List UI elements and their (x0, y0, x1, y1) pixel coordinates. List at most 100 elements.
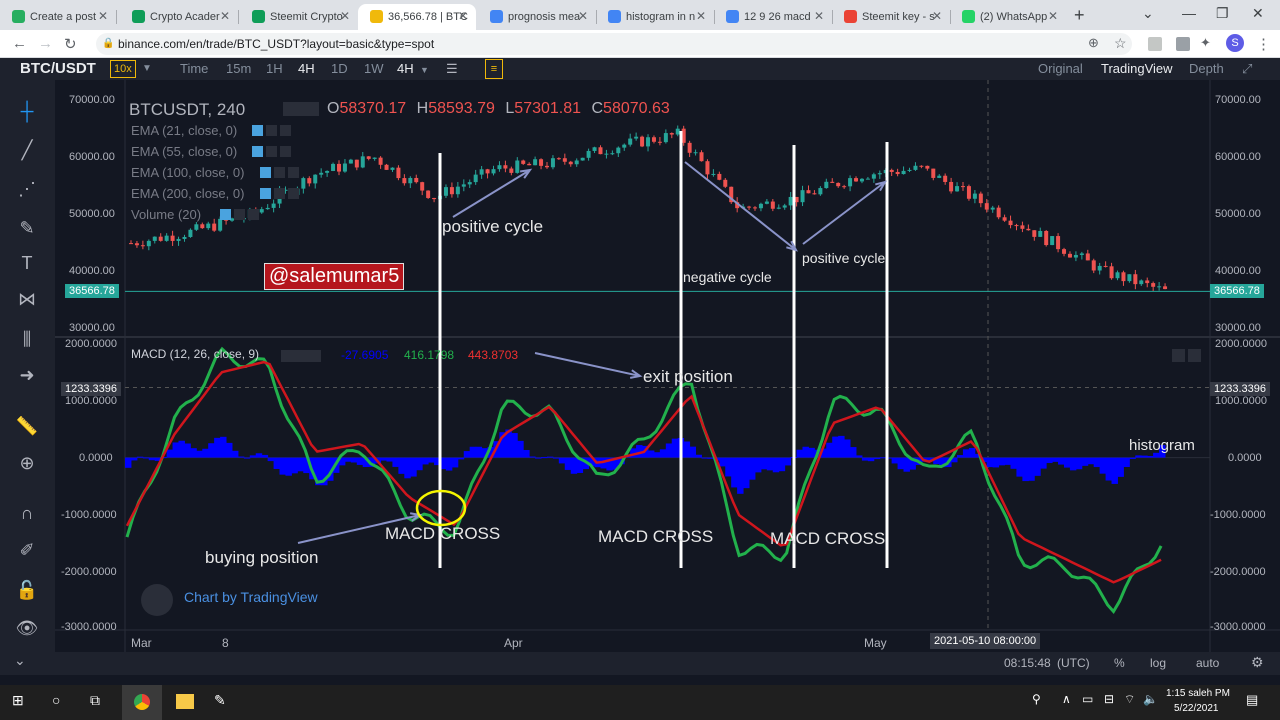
study-ema55[interactable]: EMA (55, close, 0) (131, 144, 237, 159)
browser-tab[interactable]: Crypto Acader ✕ (120, 4, 238, 30)
view-original[interactable]: Original (1038, 59, 1083, 79)
percent-toggle[interactable]: % (1114, 656, 1125, 670)
browser-tab[interactable]: Steemit key - s ✕ (832, 4, 950, 30)
ruler-icon[interactable]: 📏 (14, 413, 40, 439)
auto-toggle[interactable]: auto (1196, 656, 1219, 670)
browser-tab[interactable]: 12 9 26 macd ✕ (714, 4, 832, 30)
new-tab-button[interactable]: + (1074, 5, 1085, 26)
candle-body (1115, 272, 1120, 279)
interval-1h[interactable]: 1H (266, 59, 283, 79)
candle-body (830, 181, 835, 183)
interval-time[interactable]: Time (180, 59, 208, 79)
browser-tab[interactable]: (2) WhatsApp ✕ (950, 4, 1066, 30)
search-icon[interactable]: ○ (52, 692, 60, 708)
legend-controls[interactable] (283, 102, 319, 116)
view-depth[interactable]: Depth (1189, 59, 1224, 79)
unlock-icon[interactable]: 🔓 (14, 577, 40, 603)
interval-dropdown[interactable]: 4H (397, 59, 414, 79)
zoom-in-icon[interactable]: ⊕ (14, 450, 40, 476)
pattern-icon[interactable]: ⋈ (14, 286, 40, 312)
leverage-badge[interactable]: 10x (110, 60, 136, 78)
reload-icon[interactable]: ↻ (64, 35, 77, 53)
histogram-bar (737, 457, 744, 494)
menu-icon[interactable]: ⋮ (1256, 35, 1271, 53)
app-icon[interactable]: ✎ (214, 692, 226, 709)
view-tradingview[interactable]: TradingView (1101, 59, 1173, 79)
puzzle-icon[interactable]: ✦ (1200, 35, 1211, 51)
lock-drawing-icon[interactable]: ✐ (14, 537, 40, 563)
people-icon[interactable]: ⚲ (1032, 692, 1041, 706)
profile-avatar[interactable]: S (1226, 34, 1244, 52)
task-view-icon[interactable]: ⧉ (90, 692, 100, 709)
tab-close-icon[interactable]: ✕ (696, 9, 706, 23)
study-ema21[interactable]: EMA (21, close, 0) (131, 123, 237, 138)
chevron-down-icon[interactable]: ▼ (420, 60, 429, 80)
gear-icon[interactable]: ⚙ (1251, 654, 1264, 671)
candle-body (1085, 253, 1090, 261)
collapse-panel-icon[interactable]: ⌄ (14, 652, 26, 669)
macd-axis-left-label: 0.0000 (79, 452, 113, 464)
forward-icon[interactable]: → (38, 35, 53, 52)
text-icon[interactable]: T (14, 250, 40, 276)
eye-icon[interactable]: 👁 (14, 615, 40, 641)
volume-icon[interactable]: 🔈 (1143, 692, 1158, 706)
star-icon[interactable]: ☆ (1114, 35, 1127, 52)
magnet-icon[interactable]: ∩ (14, 500, 40, 526)
interval-4h[interactable]: 4H (298, 59, 315, 79)
browser-tab[interactable]: 36,566.78 | BTC ✕ (358, 4, 476, 30)
battery-icon[interactable]: ▭ (1082, 692, 1093, 706)
maximize-icon[interactable]: ❐ (1216, 5, 1229, 22)
study-volume[interactable]: Volume (20) (131, 207, 201, 222)
tray-app-icon[interactable]: ⊟ (1104, 692, 1114, 706)
interval-15m[interactable]: 15m (226, 59, 251, 79)
taskbar-time[interactable]: 1:15 saleh PM (1166, 688, 1230, 699)
study-ema200[interactable]: EMA (200, close, 0) (131, 186, 244, 201)
url-field[interactable]: 🔒 binance.com/en/trade/BTC_USDT?layout=b… (96, 33, 1132, 55)
crosshair-icon[interactable]: ┼ (14, 98, 40, 124)
trendline-icon[interactable]: ╱ (14, 137, 40, 163)
brush-icon[interactable]: ✎ (14, 215, 40, 241)
back-icon[interactable]: ← (12, 35, 27, 52)
tab-close-icon[interactable]: ✕ (340, 9, 350, 23)
chevron-down-icon[interactable]: ▼ (142, 59, 152, 79)
tab-close-icon[interactable]: ✕ (98, 9, 108, 23)
minimize-icon[interactable]: — (1182, 5, 1196, 21)
window-dropdown-icon[interactable]: ⌄ (1142, 5, 1154, 22)
histogram-bar (731, 457, 738, 488)
histogram-bar (695, 454, 702, 458)
tab-close-icon[interactable]: ✕ (814, 9, 824, 23)
tab-close-icon[interactable]: ✕ (578, 9, 588, 23)
tab-close-icon[interactable]: ✕ (458, 9, 468, 23)
browser-tab[interactable]: Create a post ✕ (0, 4, 116, 30)
browser-tab[interactable]: histogram in n ✕ (596, 4, 714, 30)
indicators-icon[interactable]: ☰ (446, 59, 458, 79)
interval-1d[interactable]: 1D (331, 59, 348, 79)
file-explorer-icon[interactable] (176, 694, 194, 709)
browser-tab[interactable]: prognosis mea ✕ (478, 4, 596, 30)
taskbar-date[interactable]: 5/22/2021 (1174, 703, 1219, 714)
interval-1w[interactable]: 1W (364, 59, 384, 79)
extension-icon[interactable] (1176, 37, 1190, 51)
log-toggle[interactable]: log (1150, 656, 1166, 670)
browser-tab[interactable]: Steemit Crypto ✕ (240, 4, 358, 30)
arrow-right-icon[interactable]: ➜ (14, 362, 40, 388)
study-ema100[interactable]: EMA (100, close, 0) (131, 165, 244, 180)
prediction-icon[interactable]: ⫼ (14, 326, 40, 352)
windows-start-icon[interactable]: ⊞ (12, 692, 24, 709)
settings-list-icon[interactable]: ≡ (485, 59, 503, 79)
tab-close-icon[interactable]: ✕ (1048, 9, 1058, 23)
extension-icon[interactable] (1148, 37, 1162, 51)
tab-close-icon[interactable]: ✕ (220, 9, 230, 23)
fib-icon[interactable]: ⋰ (14, 176, 40, 202)
close-window-icon[interactable]: ✕ (1252, 5, 1264, 22)
candle-body (497, 165, 502, 170)
tradingview-attribution[interactable]: Chart by TradingView (184, 589, 318, 605)
chart-area[interactable]: BTCUSDT, 240 O58370.17 H58593.79 L57301.… (55, 80, 1280, 675)
tray-chevron-icon[interactable]: ∧ (1062, 692, 1071, 706)
wifi-icon[interactable]: ⌔ (1124, 692, 1135, 707)
zoom-icon[interactable]: ⊕ (1088, 35, 1099, 51)
fullscreen-icon[interactable]: ⤢ (1242, 59, 1252, 79)
tab-close-icon[interactable]: ✕ (932, 9, 942, 23)
timezone[interactable]: (UTC) (1057, 656, 1090, 670)
notifications-icon[interactable]: ▤ (1246, 692, 1258, 708)
